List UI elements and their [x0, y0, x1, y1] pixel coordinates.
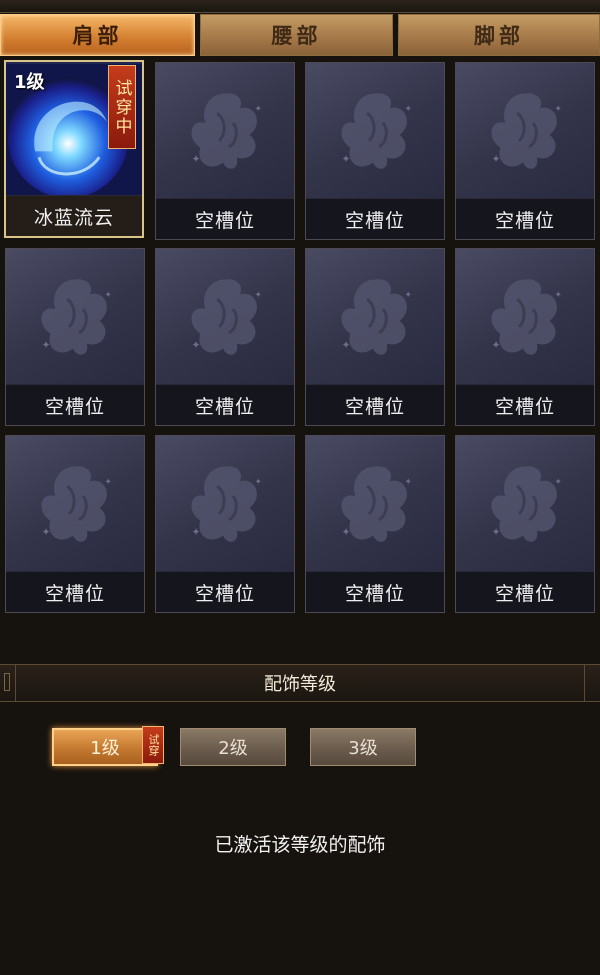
level-label: 1级	[90, 738, 120, 759]
empty-slot[interactable]: ✦ ✦ 空槽位	[305, 435, 445, 613]
svg-text:✦: ✦	[405, 104, 413, 114]
butterfly-icon: ✦ ✦	[491, 93, 563, 169]
svg-text:✦: ✦	[405, 290, 413, 300]
svg-text:✦: ✦	[191, 339, 200, 352]
accessory-level-header: 配饰等级	[0, 664, 600, 702]
slot-ice-blue-cloud[interactable]: 1级 试穿中 冰蓝流云	[4, 60, 144, 238]
svg-text:✦: ✦	[105, 290, 113, 300]
level-label: 3级	[348, 738, 378, 759]
level-label: 2级	[218, 738, 248, 759]
empty-slot[interactable]: ✦ ✦ 空槽位	[155, 62, 295, 240]
slot-label: 空槽位	[456, 571, 594, 612]
butterfly-icon: ✦ ✦	[191, 466, 263, 542]
section-title: 配饰等级	[264, 674, 336, 695]
svg-text:✦: ✦	[555, 477, 563, 487]
level-3-button[interactable]: 3级	[310, 728, 416, 766]
slot-label: 冰蓝流云	[6, 195, 142, 236]
header-left-cap	[0, 665, 16, 701]
trying-on-tag: 试穿中	[108, 65, 136, 149]
slot-label: 空槽位	[6, 384, 144, 425]
empty-slot[interactable]: ✦ ✦ 空槽位	[455, 435, 595, 613]
svg-text:✦: ✦	[341, 153, 350, 166]
svg-text:✦: ✦	[555, 104, 563, 114]
activation-status-text: 已激活该等级的配饰	[214, 834, 386, 856]
header-right-cap	[584, 665, 600, 701]
svg-text:✦: ✦	[491, 153, 500, 166]
svg-text:✦: ✦	[555, 290, 563, 300]
svg-text:✦: ✦	[341, 526, 350, 539]
empty-slot[interactable]: ✦ ✦ 空槽位	[155, 248, 295, 426]
accessory-slot-grid: 1级 试穿中 冰蓝流云 ✦ ✦ 空槽位 ✦ ✦ 空槽位 ✦ ✦ 空槽位 ✦ ✦ …	[0, 60, 600, 615]
slot-label: 空槽位	[306, 384, 444, 425]
svg-text:✦: ✦	[191, 153, 200, 166]
empty-slot[interactable]: ✦ ✦ 空槽位	[155, 435, 295, 613]
butterfly-icon: ✦ ✦	[41, 466, 113, 542]
tab-feet[interactable]: 脚部	[398, 14, 600, 56]
slot-level-label: 1级	[14, 72, 45, 93]
empty-slot[interactable]: ✦ ✦ 空槽位	[5, 435, 145, 613]
svg-text:✦: ✦	[491, 526, 500, 539]
empty-slot[interactable]: ✦ ✦ 空槽位	[455, 62, 595, 240]
svg-text:✦: ✦	[41, 339, 50, 352]
level-2-button[interactable]: 2级	[180, 728, 286, 766]
svg-text:✦: ✦	[491, 339, 500, 352]
svg-text:✦: ✦	[191, 526, 200, 539]
slot-label: 空槽位	[306, 198, 444, 239]
category-tabs: 肩部 腰部 脚部	[0, 14, 600, 58]
empty-slot[interactable]: ✦ ✦ 空槽位	[455, 248, 595, 426]
butterfly-icon: ✦ ✦	[491, 466, 563, 542]
svg-text:✦: ✦	[41, 526, 50, 539]
empty-slot[interactable]: ✦ ✦ 空槽位	[305, 62, 445, 240]
slot-label: 空槽位	[156, 384, 294, 425]
svg-text:✦: ✦	[255, 290, 263, 300]
butterfly-icon: ✦ ✦	[341, 279, 413, 355]
slot-label: 空槽位	[456, 384, 594, 425]
slot-label: 空槽位	[456, 198, 594, 239]
empty-slot[interactable]: ✦ ✦ 空槽位	[305, 248, 445, 426]
svg-text:✦: ✦	[255, 104, 263, 114]
butterfly-icon: ✦ ✦	[41, 279, 113, 355]
butterfly-icon: ✦ ✦	[191, 279, 263, 355]
svg-text:✦: ✦	[255, 477, 263, 487]
slot-label: 空槽位	[6, 571, 144, 612]
butterfly-icon: ✦ ✦	[341, 93, 413, 169]
butterfly-icon: ✦ ✦	[341, 466, 413, 542]
slot-label: 空槽位	[156, 198, 294, 239]
svg-text:✦: ✦	[105, 477, 113, 487]
slot-label: 空槽位	[156, 571, 294, 612]
butterfly-icon: ✦ ✦	[491, 279, 563, 355]
svg-text:✦: ✦	[341, 339, 350, 352]
trial-tag: 试穿	[142, 726, 164, 764]
svg-text:✦: ✦	[405, 477, 413, 487]
tab-waist[interactable]: 腰部	[200, 14, 393, 56]
slot-label: 空槽位	[306, 571, 444, 612]
empty-slot[interactable]: ✦ ✦ 空槽位	[5, 248, 145, 426]
top-frame	[0, 0, 600, 13]
level-1-button[interactable]: 1级 试穿	[52, 726, 164, 766]
butterfly-icon: ✦ ✦	[191, 93, 263, 169]
tab-shoulder[interactable]: 肩部	[0, 14, 195, 56]
